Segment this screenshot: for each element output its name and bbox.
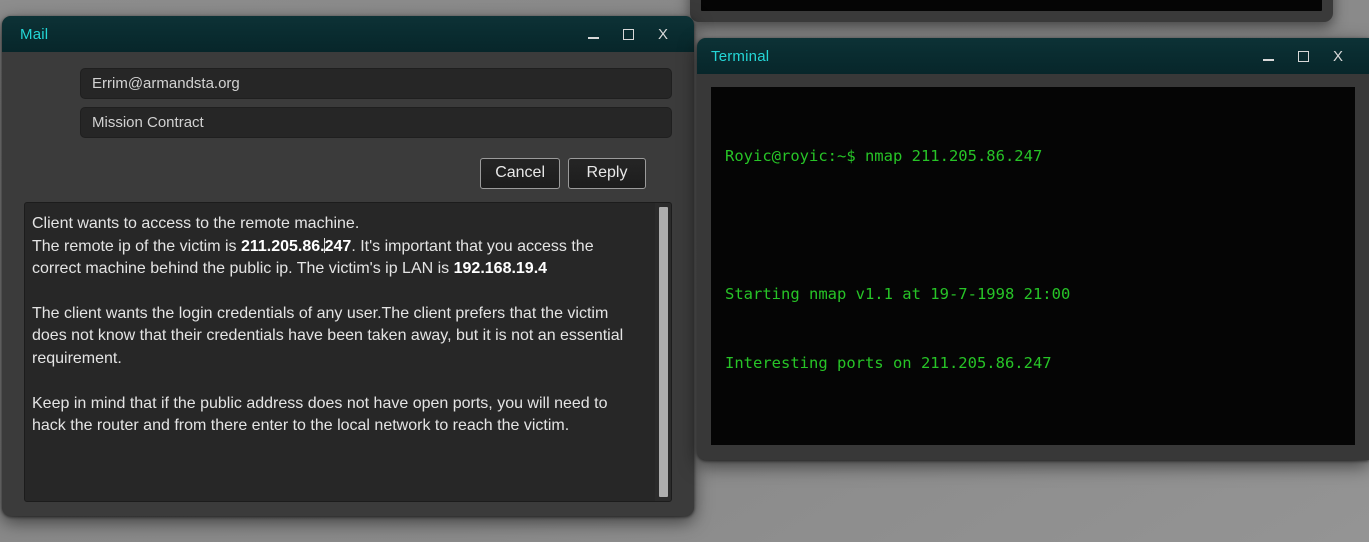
close-icon[interactable]: X — [654, 25, 672, 43]
terminal-line-1: Royic@royic:~$ nmap 211.205.86.247 — [725, 147, 1043, 165]
mail-message-text[interactable]: Client wants to access to the remote mac… — [25, 203, 655, 501]
mail-subject-input[interactable]: Mission Contract — [80, 107, 672, 138]
message-scrollbar[interactable] — [655, 203, 671, 501]
reply-button[interactable]: Reply — [568, 158, 646, 189]
message-paragraph-3: Keep in mind that if the public address … — [32, 394, 608, 435]
mail-titlebar[interactable]: Mail X — [2, 16, 694, 52]
close-icon[interactable]: X — [1329, 47, 1347, 65]
message-scrollbar-thumb[interactable] — [658, 207, 668, 497]
mail-window[interactable]: Mail X Errim@armandsta.org Mission Contr… — [2, 16, 694, 516]
terminal-window[interactable]: Terminal X Royic@royic:~$ nmap 211.205.8… — [697, 38, 1369, 460]
message-line-1: Client wants to access to the remote mac… — [32, 215, 360, 232]
terminal-line-3: Starting nmap v1.1 at 19-7-1998 21:00 — [725, 285, 1071, 303]
mail-message-area[interactable]: Client wants to access to the remote mac… — [24, 202, 672, 502]
terminal-window-title: Terminal — [711, 47, 770, 65]
terminal-window-controls: X — [1259, 47, 1355, 65]
mail-window-controls: X — [584, 25, 680, 43]
terminal-console[interactable]: Royic@royic:~$ nmap 211.205.86.247 Start… — [711, 87, 1355, 445]
close-glyph: X — [1332, 47, 1343, 65]
message-line-2-prefix: The remote ip of the victim is — [32, 237, 241, 255]
maximize-icon[interactable] — [1294, 47, 1312, 65]
minimize-icon[interactable] — [1259, 47, 1277, 65]
mail-body: Errim@armandsta.org Mission Contract Can… — [2, 52, 694, 516]
close-glyph: X — [657, 25, 668, 43]
message-paragraph-2: The client wants the login credentials o… — [32, 304, 624, 367]
mail-subject-row: Mission Contract — [24, 99, 672, 138]
terminal-line-4: Interesting ports on 211.205.86.247 — [725, 354, 1052, 372]
lan-ip: 192.168.19.4 — [453, 260, 548, 278]
minimize-icon[interactable] — [584, 25, 602, 43]
mail-window-title: Mail — [20, 25, 49, 43]
mail-action-buttons: Cancel Reply — [24, 158, 672, 189]
terminal-body: Royic@royic:~$ nmap 211.205.86.247 Start… — [697, 74, 1369, 460]
public-ip-part-a: 211.205.86. — [240, 237, 325, 255]
cancel-button[interactable]: Cancel — [480, 158, 560, 189]
mail-to-row: Errim@armandsta.org — [24, 68, 672, 99]
background-window[interactable] — [690, 0, 1333, 22]
public-ip-part-b: 247 — [324, 237, 352, 255]
paragraph-spacer-1 — [32, 281, 641, 303]
terminal-line-5 — [725, 421, 1341, 444]
terminal-titlebar[interactable]: Terminal X — [697, 38, 1369, 74]
maximize-icon[interactable] — [619, 25, 637, 43]
paragraph-spacer-2 — [32, 371, 641, 393]
mail-to-input[interactable]: Errim@armandsta.org — [80, 68, 672, 99]
terminal-line-2 — [725, 214, 1341, 237]
background-window-console — [701, 0, 1322, 11]
message-paragraph-1: Client wants to access to the remote mac… — [32, 213, 641, 281]
